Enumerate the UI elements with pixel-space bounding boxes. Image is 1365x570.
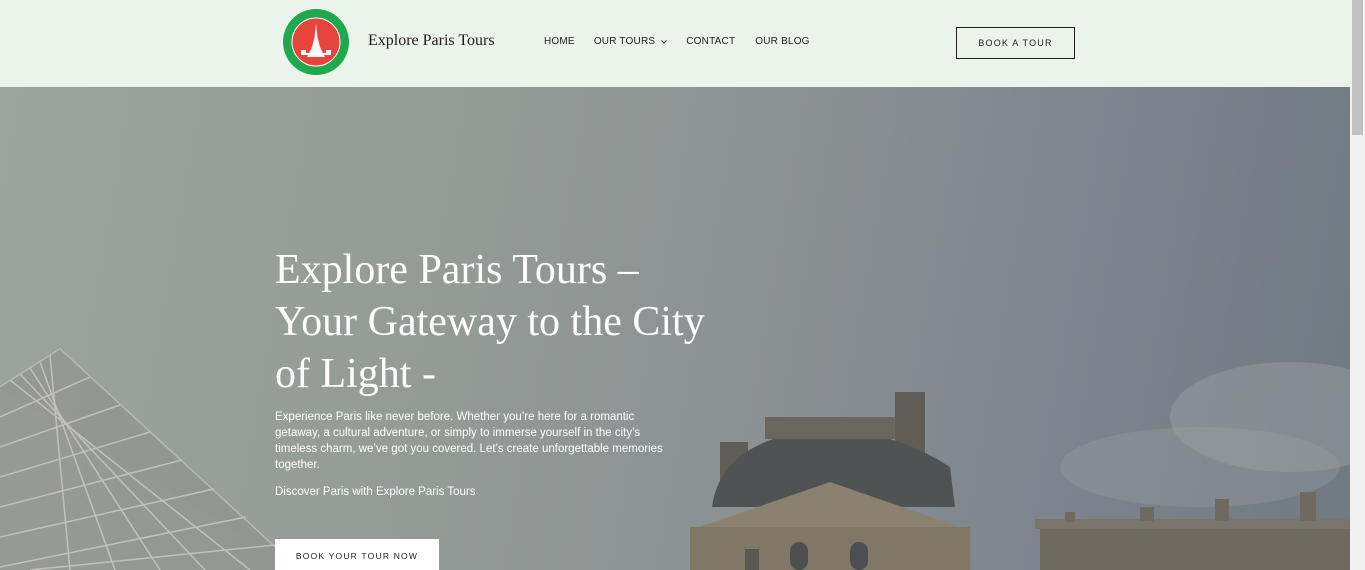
nav-item-contact[interactable]: CONTACT — [686, 36, 735, 47]
nav-item-our-blog[interactable]: OUR BLOG — [755, 36, 809, 47]
brand-name[interactable]: Explore Paris Tours — [368, 32, 495, 50]
hero-description: Experience Paris like never before. Whet… — [275, 411, 663, 471]
main-nav: HOME OUR TOURS CONTACT OUR BLOG — [544, 36, 810, 47]
site-header: Explore Paris Tours HOME OUR TOURS CONTA… — [0, 0, 1350, 87]
hero-section: Explore Paris Tours – Your Gateway to th… — [0, 87, 1350, 570]
hero-subtitle: Discover Paris with Explore Paris Tours — [275, 486, 476, 498]
louvre-pavilion-graphic — [690, 392, 970, 570]
nav-item-label: CONTACT — [686, 36, 736, 47]
chevron-down-icon — [661, 39, 668, 44]
nav-item-label: OUR BLOG — [755, 36, 810, 47]
pyramid-graphic — [0, 348, 301, 570]
nav-item-label: OUR TOURS — [593, 36, 656, 47]
page-scrollbar[interactable] — [1350, 0, 1365, 570]
scrollbar-thumb[interactable] — [1352, 0, 1363, 135]
nav-item-our-tours[interactable]: OUR TOURS — [594, 36, 668, 47]
nav-item-home[interactable]: HOME — [544, 36, 575, 47]
book-a-tour-button[interactable]: BOOK A TOUR — [956, 27, 1075, 59]
book-your-tour-button[interactable]: BOOK YOUR TOUR NOW — [275, 539, 439, 570]
eiffel-tower-logo-icon[interactable] — [283, 9, 349, 75]
hero-title: Explore Paris Tours – Your Gateway to th… — [275, 247, 705, 397]
nav-item-label: HOME — [544, 36, 575, 47]
